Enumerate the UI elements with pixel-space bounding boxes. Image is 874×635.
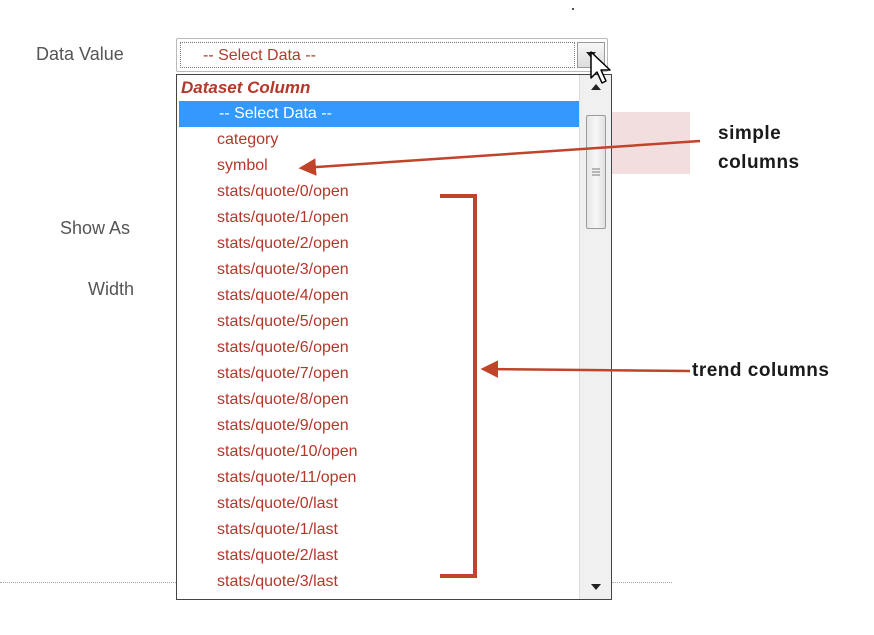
trend-columns-callout: trend columns (692, 360, 830, 381)
divider-right (612, 582, 672, 583)
option-group-label: Dataset Column (181, 78, 311, 97)
scrollbar-thumb[interactable] (586, 115, 606, 229)
width-label: Width (88, 279, 135, 299)
show-as-label: Show As (60, 218, 131, 238)
dropdown-option[interactable]: stats/quote/6/open (177, 335, 579, 361)
dropdown-option[interactable]: stats/quote/7/open (177, 361, 579, 387)
dropdown-option[interactable]: stats/quote/1/open (177, 205, 579, 231)
dropdown-option[interactable]: stats/quote/5/open (177, 309, 579, 335)
option-selected[interactable]: -- Select Data -- (179, 101, 579, 127)
highlight-band (612, 112, 690, 174)
dropdown-option[interactable]: symbol (177, 153, 579, 179)
dropdown-option[interactable]: stats/quote/3/open (177, 257, 579, 283)
simple-columns-callout-line2: columns (718, 152, 800, 173)
stray-dot (572, 8, 574, 10)
dropdown-option[interactable]: stats/quote/1/last (177, 517, 579, 543)
data-value-label: Data Value (36, 44, 124, 64)
dropdown-scrollbar[interactable] (579, 75, 611, 599)
dropdown-option[interactable]: stats/quote/3/last (177, 569, 579, 595)
dropdown-option[interactable]: category (177, 127, 579, 153)
dropdown-list[interactable]: Dataset Column -- Select Data -- categor… (176, 74, 612, 600)
dropdown-option[interactable]: stats/quote/9/open (177, 413, 579, 439)
dropdown-option[interactable]: stats/quote/2/last (177, 543, 579, 569)
dropdown-option[interactable]: stats/quote/0/open (177, 179, 579, 205)
divider-left (0, 582, 176, 583)
dropdown-options: Dataset Column -- Select Data -- categor… (177, 75, 579, 595)
dropdown-option[interactable]: stats/quote/2/open (177, 231, 579, 257)
simple-columns-callout-line1: simple (718, 123, 782, 144)
dropdown-option[interactable]: stats/quote/11/open (177, 465, 579, 491)
dropdown-option[interactable]: stats/quote/8/open (177, 387, 579, 413)
scroll-down-icon[interactable] (580, 577, 611, 597)
data-value-select[interactable]: -- Select Data -- (176, 38, 608, 72)
dropdown-option[interactable]: stats/quote/0/last (177, 491, 579, 517)
dropdown-option[interactable]: stats/quote/4/open (177, 283, 579, 309)
mouse-pointer-icon (590, 51, 611, 84)
select-current-value: -- Select Data -- (180, 42, 575, 68)
dropdown-option[interactable]: stats/quote/10/open (177, 439, 579, 465)
